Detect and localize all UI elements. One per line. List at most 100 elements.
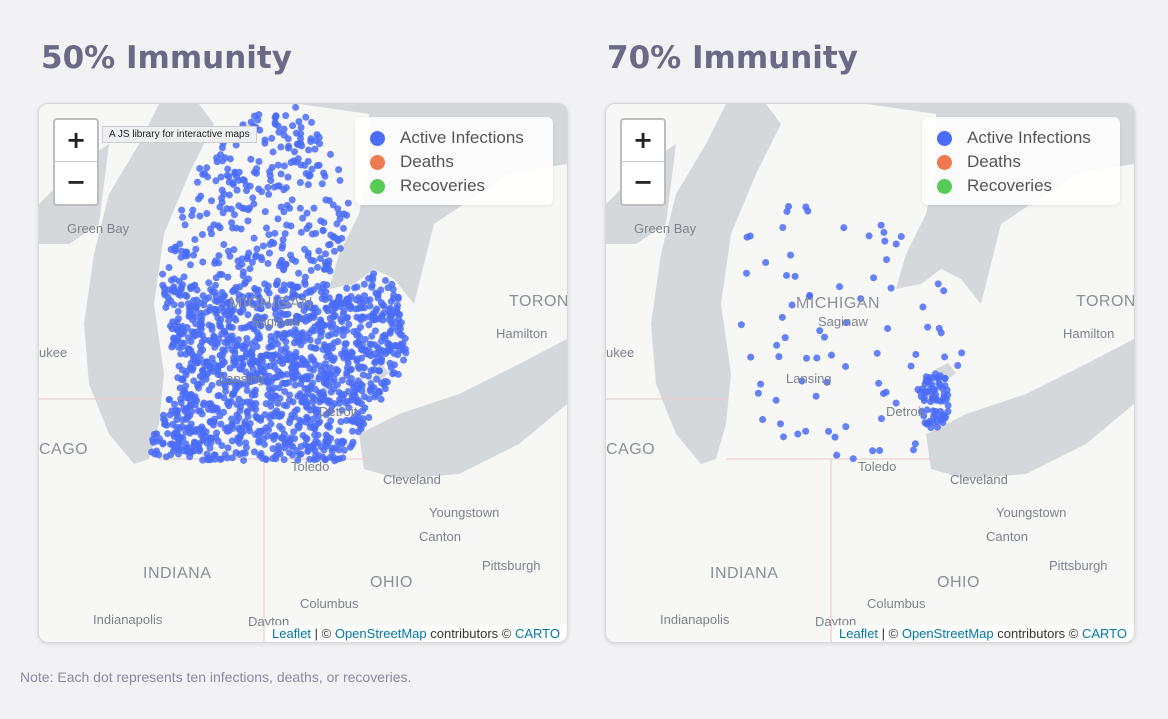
infection-dot — [186, 261, 194, 269]
infection-dot — [273, 280, 281, 288]
legend-label: Recoveries — [400, 176, 486, 195]
infection-dot — [280, 456, 288, 464]
infection-dot — [228, 454, 236, 462]
infection-dot — [292, 104, 300, 111]
infection-dot — [170, 335, 178, 343]
zoom-out-button[interactable]: − — [622, 162, 664, 203]
infection-dot — [237, 225, 245, 233]
infection-dot — [869, 447, 877, 455]
infection-dot — [350, 328, 358, 336]
infection-dot — [305, 222, 313, 230]
infection-dot — [746, 232, 754, 240]
infection-dot — [178, 339, 186, 347]
infection-dot — [762, 259, 770, 267]
infection-dot — [195, 447, 203, 455]
infection-dot — [213, 298, 221, 306]
infection-dot — [246, 265, 254, 273]
infection-dot — [196, 212, 204, 220]
leaflet-link[interactable]: Leaflet — [272, 626, 311, 641]
infection-dot — [335, 166, 343, 174]
infection-dot — [323, 353, 331, 361]
infection-dot — [365, 372, 373, 380]
infection-dot — [781, 334, 789, 342]
infection-dot — [375, 315, 383, 323]
infection-dot — [274, 215, 282, 223]
infection-dot — [322, 376, 330, 384]
infection-dot — [273, 330, 281, 338]
infection-dot — [190, 297, 198, 305]
infection-dot — [285, 419, 293, 427]
infection-dot — [279, 333, 287, 341]
infection-dot — [344, 199, 352, 207]
infection-dot — [297, 228, 305, 236]
infection-dot — [280, 281, 288, 289]
map-50-immunity[interactable]: Green Bay MICHIGAN Saginaw TORON Hamilto… — [38, 103, 568, 643]
infection-dot — [175, 277, 183, 285]
leaflet-link[interactable]: Leaflet — [839, 626, 878, 641]
infection-dot — [217, 173, 225, 181]
infection-dot — [322, 442, 330, 450]
infection-dot — [289, 122, 297, 130]
infection-dot — [261, 208, 269, 216]
infection-dot — [159, 440, 167, 448]
infection-dot — [339, 224, 347, 232]
infection-dot — [291, 148, 299, 156]
infection-dot — [358, 418, 366, 426]
infection-dot — [327, 231, 335, 239]
infection-dot — [229, 323, 237, 331]
infection-dot — [213, 154, 221, 162]
label-milwaukee: ukee — [39, 345, 68, 360]
infection-dot — [297, 443, 305, 451]
infection-dot — [939, 411, 947, 419]
infection-dot — [390, 342, 398, 350]
infection-dot — [233, 411, 241, 419]
infection-dot — [179, 322, 187, 330]
infection-dot — [262, 456, 270, 464]
label-chicago: CAGO — [606, 441, 656, 458]
attr-text: contributors © — [993, 626, 1082, 641]
infection-dot — [220, 241, 228, 249]
infection-dot — [304, 385, 312, 393]
infection-dot — [182, 248, 190, 256]
infection-dot — [315, 247, 323, 255]
infection-dot — [376, 367, 384, 375]
infection-dot — [390, 349, 398, 357]
infection-dot — [216, 412, 224, 420]
infection-dot — [186, 283, 194, 291]
osm-link[interactable]: OpenStreetMap — [902, 626, 994, 641]
map-70-immunity[interactable]: Green Bay MICHIGAN Saginaw TORON Hamilto… — [605, 103, 1135, 643]
infection-dot — [327, 388, 335, 396]
infection-dot — [396, 330, 404, 338]
infection-dot — [208, 354, 216, 362]
infection-dot — [307, 266, 315, 274]
infection-dot — [354, 362, 362, 370]
infection-dot — [320, 369, 328, 377]
infection-dot — [271, 229, 279, 237]
infection-dot — [849, 455, 857, 463]
infection-dot — [247, 155, 255, 163]
infection-dot — [310, 204, 318, 212]
infection-dot — [205, 400, 213, 408]
infection-dot — [305, 146, 313, 154]
infection-dot — [206, 225, 214, 233]
infection-dot — [330, 247, 338, 255]
infection-dot — [218, 442, 226, 450]
zoom-in-button[interactable]: + — [622, 120, 664, 162]
infection-dot — [873, 349, 881, 357]
infection-dot — [239, 176, 247, 184]
infection-dot — [272, 113, 280, 121]
infection-dot — [194, 407, 202, 415]
infection-dot — [188, 366, 196, 374]
osm-link[interactable]: OpenStreetMap — [335, 626, 427, 641]
infection-dot — [351, 392, 359, 400]
carto-link[interactable]: CARTO — [1082, 626, 1127, 641]
carto-link[interactable]: CARTO — [515, 626, 560, 641]
infection-dot — [274, 399, 282, 407]
infection-dot — [255, 438, 263, 446]
infection-dot — [312, 229, 320, 237]
zoom-in-button[interactable]: + — [55, 120, 97, 162]
infection-dot — [310, 366, 318, 374]
zoom-out-button[interactable]: − — [55, 162, 97, 203]
infection-dot — [192, 426, 200, 434]
infection-dot — [381, 276, 389, 284]
